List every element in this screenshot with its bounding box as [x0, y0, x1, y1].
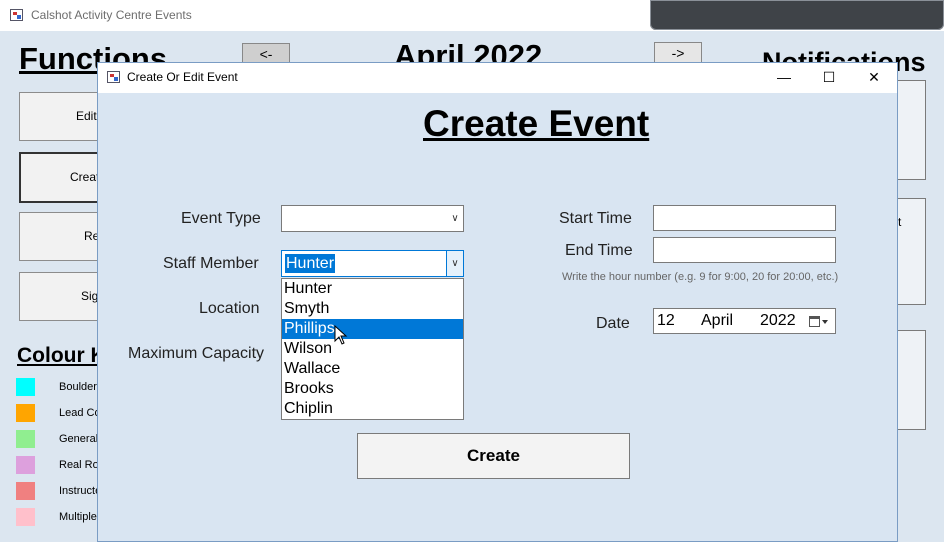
- create-function-button[interactable]: Create: [19, 152, 106, 203]
- legend-label: Lead Co: [59, 407, 101, 419]
- end-time-label: End Time: [565, 242, 633, 259]
- time-hint: Write the hour number (e.g. 9 for 9:00, …: [562, 271, 839, 283]
- overlay-window-edge: [650, 0, 944, 30]
- date-day[interactable]: 12: [657, 312, 675, 330]
- legend-label: General: [59, 433, 99, 445]
- start-time-label: Start Time: [559, 210, 632, 227]
- staff-member-dropdown-list: Hunter Smyth Phillips Wilson Wallace Bro…: [281, 278, 464, 420]
- start-time-input[interactable]: [653, 205, 836, 231]
- dialog-title: Create Or Edit Event: [127, 70, 238, 84]
- colour-key-heading: Colour K: [17, 344, 106, 367]
- staff-option[interactable]: Smyth: [282, 299, 463, 319]
- chevron-down-icon[interactable]: ∨: [447, 206, 463, 231]
- notification-box[interactable]: [897, 330, 926, 430]
- maximum-capacity-label: Maximum Capacity: [128, 345, 265, 362]
- close-button[interactable]: ✕: [851, 63, 897, 93]
- dialog-app-icon: [107, 71, 120, 83]
- event-type-label: Event Type: [181, 210, 261, 227]
- staff-option[interactable]: Hunter: [282, 279, 463, 299]
- staff-option[interactable]: Wilson: [282, 339, 463, 359]
- legend-swatch: [16, 508, 35, 526]
- staff-option[interactable]: Chiplin: [282, 399, 463, 419]
- create-event-heading: Create Event: [423, 103, 650, 144]
- legend-swatch: [16, 404, 35, 422]
- create-button[interactable]: Create: [357, 433, 630, 479]
- date-label: Date: [596, 315, 630, 332]
- legend-label: Instructe: [59, 485, 102, 497]
- legend-swatch: [16, 482, 35, 500]
- staff-option[interactable]: Wallace: [282, 359, 463, 379]
- edit-function-label: Edit: [76, 109, 97, 123]
- staff-option-highlighted[interactable]: Phillips: [282, 319, 463, 339]
- chevron-down-icon[interactable]: ∨: [446, 251, 463, 276]
- date-month[interactable]: April: [701, 312, 733, 330]
- notification-box[interactable]: t: [897, 198, 926, 305]
- date-picker[interactable]: 12 April 2022: [653, 308, 836, 334]
- notification-box[interactable]: [897, 80, 926, 180]
- third-function-button[interactable]: Re: [19, 212, 99, 261]
- legend-swatch: [16, 430, 35, 448]
- staff-member-label: Staff Member: [163, 255, 259, 272]
- sign-function-label: Sig: [81, 289, 99, 303]
- main-window-title: Calshot Activity Centre Events: [31, 8, 192, 22]
- legend-swatch: [16, 378, 35, 396]
- end-time-input[interactable]: [653, 237, 836, 263]
- legend-label: Boulderi: [59, 381, 100, 393]
- minimize-button[interactable]: —: [761, 63, 807, 93]
- notification-text: t: [898, 215, 902, 229]
- staff-member-combo[interactable]: Hunter ∨: [281, 250, 464, 277]
- legend-label: Multiple: [59, 511, 97, 523]
- dialog-title-bar: Create Or Edit Event — ☐ ✕: [98, 63, 897, 93]
- staff-member-value: Hunter: [285, 254, 336, 273]
- edit-function-button[interactable]: Edit: [19, 92, 99, 141]
- mouse-cursor-icon: [334, 325, 348, 345]
- sign-function-button[interactable]: Sig: [19, 272, 99, 321]
- date-year[interactable]: 2022: [760, 312, 796, 330]
- legend-swatch: [16, 456, 35, 474]
- app-icon: [10, 9, 23, 21]
- event-type-combo[interactable]: ∨: [281, 205, 464, 232]
- legend-label: Real Ro: [59, 459, 99, 471]
- calendar-dropdown-icon[interactable]: [809, 316, 829, 328]
- create-event-dialog: Create Or Edit Event — ☐ ✕ Create Event …: [97, 62, 898, 542]
- location-label: Location: [199, 300, 260, 317]
- staff-option[interactable]: Brooks: [282, 379, 463, 399]
- maximize-button[interactable]: ☐: [806, 63, 852, 93]
